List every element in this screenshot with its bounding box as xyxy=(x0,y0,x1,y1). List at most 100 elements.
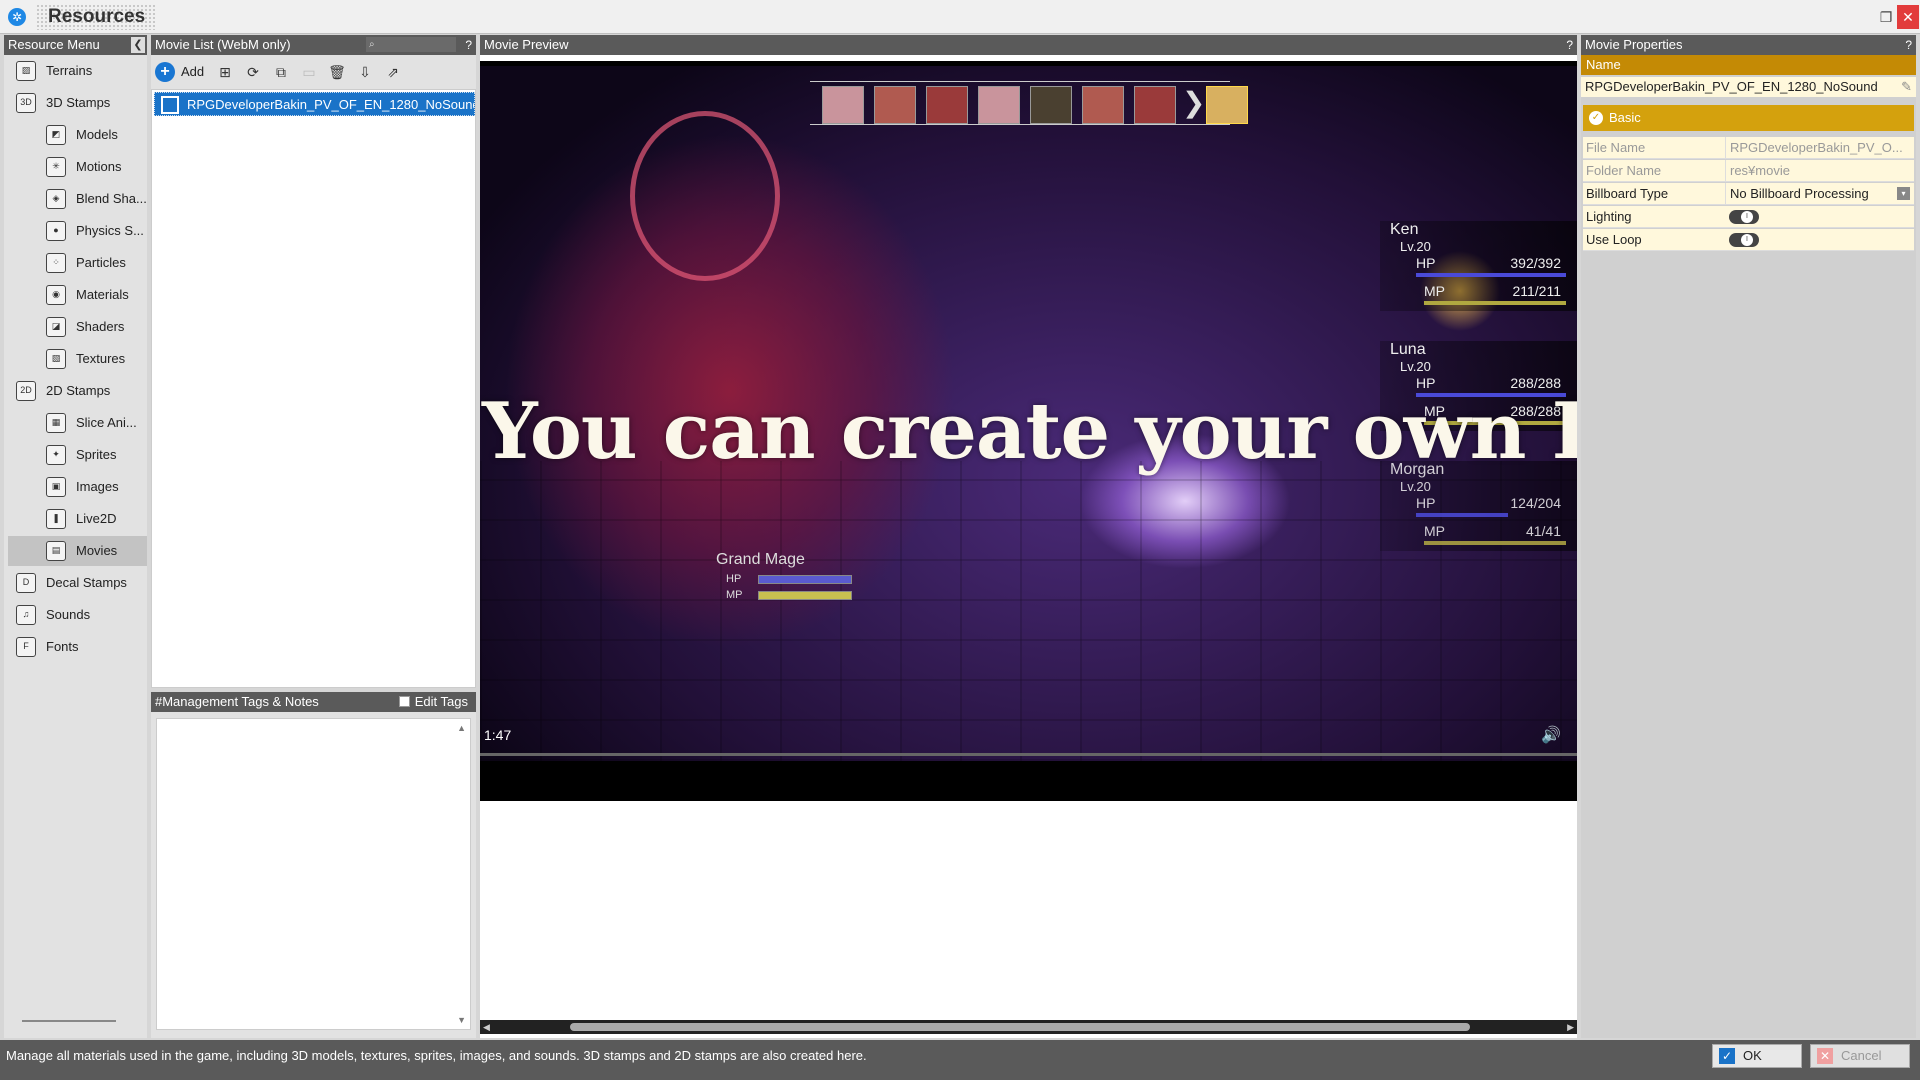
menu-item-label: 3D Stamps xyxy=(46,95,111,110)
open-folder-icon[interactable]: ⇗ xyxy=(383,62,403,82)
video-frame: ❯ Ken Lv.20 HP 392/392 MP 211/211 Luna L… xyxy=(480,61,1577,761)
scroll-down-icon[interactable]: ▼ xyxy=(457,1015,466,1025)
menu-item-decal-stamps[interactable]: D Decal Stamps xyxy=(8,568,147,598)
video-progress[interactable] xyxy=(480,753,1577,756)
shader-icon: ◪ xyxy=(46,317,66,337)
properties-title-text: Movie Properties xyxy=(1585,37,1683,52)
menu-item-label: Shaders xyxy=(76,319,125,334)
select-value: No Billboard Processing xyxy=(1730,186,1869,201)
menu-item-label: Blend Sha... xyxy=(76,191,147,206)
mp-bar xyxy=(1424,301,1566,305)
menu-item-particles[interactable]: ⁘ Particles xyxy=(8,248,147,278)
duplicate-icon[interactable]: ⧉ xyxy=(271,62,291,82)
video-controls: 1:47 🔊 xyxy=(480,711,1577,761)
notes-textarea[interactable]: ▲ ▼ xyxy=(156,718,471,1030)
cancel-button[interactable]: ✕ Cancel xyxy=(1810,1044,1910,1068)
hp-label: HP xyxy=(1416,255,1436,271)
menu-item-label: Materials xyxy=(76,287,129,302)
new-folder-icon[interactable]: ⊞ xyxy=(215,62,235,82)
mp-label: MP xyxy=(1424,523,1445,539)
list-item[interactable]: RPGDeveloperBakin_PV_OF_EN_1280_NoSound xyxy=(154,92,475,116)
hp-value: 392/392 xyxy=(1510,255,1561,271)
search-input[interactable]: ⌕ xyxy=(366,37,456,52)
paste-icon[interactable]: ▭ xyxy=(299,62,319,82)
property-label: Folder Name xyxy=(1586,163,1662,178)
ok-button[interactable]: ✓ OK xyxy=(1712,1044,1802,1068)
help-icon[interactable]: ? xyxy=(1566,35,1573,55)
menu-item-movies[interactable]: ▤ Movies xyxy=(8,536,147,566)
collapse-icon[interactable]: ❮ xyxy=(131,37,145,53)
refresh-icon[interactable]: ⟳ xyxy=(243,62,263,82)
menu-item-fonts[interactable]: F Fonts xyxy=(8,632,147,662)
lighting-toggle[interactable]: I xyxy=(1729,210,1759,224)
help-icon[interactable]: ? xyxy=(1905,35,1912,55)
close-icon[interactable]: ✕ xyxy=(1897,5,1919,29)
property-billboard-type: Billboard Type No Billboard Processing ▾ xyxy=(1583,183,1914,205)
edit-tags-checkbox[interactable]: Edit Tags xyxy=(398,692,468,712)
menu-item-slice-animations[interactable]: ▦ Slice Ani... xyxy=(8,408,147,438)
menu-item-2d-stamps[interactable]: 2D 2D Stamps xyxy=(8,376,147,406)
export-icon[interactable]: ⇩ xyxy=(355,62,375,82)
use-loop-toggle[interactable]: I xyxy=(1729,233,1759,247)
menu-item-label: Fonts xyxy=(46,639,79,654)
menu-item-motions[interactable]: ✳ Motions xyxy=(8,152,147,182)
menu-item-label: Live2D xyxy=(76,511,117,526)
mage-halo xyxy=(630,111,780,281)
property-label: File Name xyxy=(1586,140,1646,155)
menu-item-3d-stamps[interactable]: 3D 3D Stamps xyxy=(8,88,147,118)
live2d-icon: ❚ xyxy=(46,509,66,529)
hp-label: HP xyxy=(726,573,742,585)
delete-icon[interactable]: 🗑 xyxy=(327,62,347,82)
menu-item-label: Particles xyxy=(76,255,126,270)
scroll-right-icon[interactable]: ▶ xyxy=(1567,1020,1574,1034)
decal-stamp-icon: D xyxy=(16,573,36,593)
menu-item-physics[interactable]: ● Physics S... xyxy=(8,216,147,246)
portrait-enemy xyxy=(1134,86,1176,124)
sound-icon: ♫ xyxy=(16,605,36,625)
menu-item-label: Motions xyxy=(76,159,122,174)
toggle-knob: I xyxy=(1741,211,1753,223)
portrait-current xyxy=(1206,86,1248,124)
mp-value: 41/41 xyxy=(1525,523,1561,539)
movie-list-toolbar: + Add ⊞ ⟳ ⧉ ▭ 🗑 ⇩ ⇗ xyxy=(151,55,476,89)
menu-item-terrains[interactable]: ▨ Terrains xyxy=(8,56,147,86)
help-icon[interactable]: ? xyxy=(465,35,472,55)
volume-icon[interactable]: 🔊 xyxy=(1541,725,1561,745)
menu-scroll-indicator[interactable] xyxy=(22,1020,116,1022)
video-caption: You can create your own RPG xyxy=(482,386,1577,477)
menu-item-materials[interactable]: ◉ Materials xyxy=(8,280,147,310)
texture-icon: ▧ xyxy=(46,349,66,369)
properties-title: Movie Properties ? xyxy=(1581,35,1916,55)
name-field[interactable]: RPGDeveloperBakin_PV_OF_EN_1280_NoSound … xyxy=(1581,77,1916,97)
preview-scrollbar[interactable]: ◀ ▶ xyxy=(480,1020,1577,1034)
2d-stamp-icon: 2D xyxy=(16,381,36,401)
sprite-icon: ✦ xyxy=(46,445,66,465)
menu-item-sounds[interactable]: ♫ Sounds xyxy=(8,600,147,630)
movie-preview-title-text: Movie Preview xyxy=(484,37,569,52)
video-player[interactable]: ❯ Ken Lv.20 HP 392/392 MP 211/211 Luna L… xyxy=(480,61,1577,801)
billboard-type-select[interactable]: No Billboard Processing ▾ xyxy=(1725,183,1913,205)
basic-section-header[interactable]: ✓ Basic xyxy=(1583,105,1914,131)
scroll-thumb[interactable] xyxy=(570,1023,1470,1031)
list-item-label: RPGDeveloperBakin_PV_OF_EN_1280_NoSound xyxy=(187,97,475,112)
toggle-knob: I xyxy=(1741,234,1753,246)
menu-item-blend-shapes[interactable]: ◈ Blend Sha... xyxy=(8,184,147,214)
menu-item-label: Movies xyxy=(76,543,118,558)
scroll-left-icon[interactable]: ◀ xyxy=(483,1020,490,1034)
movie-properties-panel: Movie Properties ? Name RPGDeveloperBaki… xyxy=(1581,35,1916,1038)
chevron-down-icon[interactable]: ▾ xyxy=(1897,187,1910,200)
menu-item-shaders[interactable]: ◪ Shaders xyxy=(8,312,147,342)
portrait-enemy xyxy=(926,86,968,124)
menu-item-textures[interactable]: ▧ Textures xyxy=(8,344,147,374)
chevron-down-icon: ✓ xyxy=(1589,111,1603,125)
edit-icon[interactable]: ✎ xyxy=(1901,77,1912,97)
scroll-up-icon[interactable]: ▲ xyxy=(457,723,466,733)
portrait-ken xyxy=(874,86,916,124)
menu-item-images[interactable]: ▣ Images xyxy=(8,472,147,502)
menu-item-sprites[interactable]: ✦ Sprites xyxy=(8,440,147,470)
menu-item-models[interactable]: ◩ Models xyxy=(8,120,147,150)
property-value: RPGDeveloperBakin_PV_O... xyxy=(1725,137,1913,159)
menu-item-live2d[interactable]: ❚ Live2D xyxy=(8,504,147,534)
restore-icon[interactable]: ❐ xyxy=(1876,5,1896,29)
menu-item-label: 2D Stamps xyxy=(46,383,111,398)
